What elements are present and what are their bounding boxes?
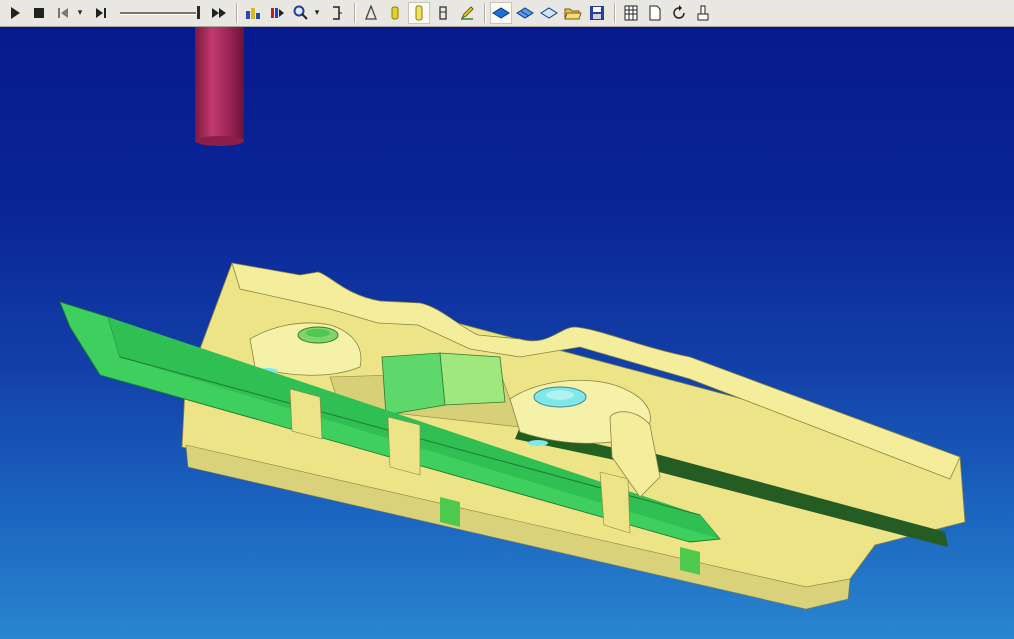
tool-shaded-button[interactable] <box>384 2 406 24</box>
transparent-stock-icon <box>540 7 558 19</box>
tool-holder-icon <box>439 6 447 20</box>
cutting-tool <box>195 27 244 146</box>
workpiece-part <box>59 262 966 610</box>
tool-holder-button[interactable] <box>432 2 454 24</box>
refresh-button[interactable] <box>668 2 690 24</box>
wire-stock-button[interactable] <box>514 2 536 24</box>
tool-cone-icon <box>365 5 377 20</box>
tool-cone-button[interactable] <box>360 2 382 24</box>
document-icon <box>649 5 661 21</box>
fit-view-icon <box>333 6 342 20</box>
toolbar-separator <box>484 3 486 23</box>
save-icon <box>590 6 604 20</box>
toolbar-separator <box>236 3 238 23</box>
save-button[interactable] <box>586 2 608 24</box>
tool-solid-icon <box>415 5 423 21</box>
step-back-icon <box>58 8 68 18</box>
toolbar-separator <box>614 3 616 23</box>
dropdown-arrow-icon: ▾ <box>314 8 320 18</box>
slider-track <box>120 12 196 15</box>
stop-button[interactable] <box>28 2 50 24</box>
simulation-viewport[interactable] <box>0 27 1014 639</box>
report-icon <box>697 5 709 21</box>
slider-thumb[interactable] <box>197 6 200 19</box>
zoom-dropdown[interactable]: ▾ <box>314 2 324 24</box>
step-forward-button[interactable] <box>90 2 112 24</box>
zoom-button[interactable] <box>290 2 312 24</box>
report-button[interactable] <box>692 2 714 24</box>
tool-shaded-icon <box>391 6 399 20</box>
fit-view-button[interactable] <box>326 2 348 24</box>
color-button[interactable] <box>266 2 288 24</box>
grid-icon <box>624 5 638 21</box>
toolpath-icon <box>246 8 260 19</box>
step-back-button[interactable] <box>52 2 74 24</box>
color-icon <box>271 8 284 18</box>
wire-stock-icon <box>516 7 534 19</box>
dropdown-arrow-icon: ▾ <box>77 8 83 18</box>
stop-icon <box>34 8 44 18</box>
transparent-stock-button[interactable] <box>538 2 560 24</box>
step-forward-icon <box>96 8 106 18</box>
refresh-icon <box>673 5 685 19</box>
open-folder-icon <box>564 8 582 20</box>
machining-scene <box>59 27 966 610</box>
pencil-button[interactable] <box>456 2 478 24</box>
open-button[interactable] <box>562 2 584 24</box>
step-dropdown[interactable]: ▾ <box>76 2 88 24</box>
tool-solid-button[interactable] <box>408 2 430 24</box>
simulation-toolbar: ▾ ▾ <box>0 0 1014 27</box>
grid-button[interactable] <box>620 2 642 24</box>
document-button[interactable] <box>644 2 666 24</box>
play-icon <box>11 7 20 19</box>
zoom-icon <box>293 5 308 20</box>
shaded-stock-button[interactable] <box>490 2 512 24</box>
fast-forward-icon <box>212 8 226 18</box>
pencil-icon <box>460 6 474 20</box>
simulation-speed-slider[interactable] <box>120 2 202 24</box>
play-button[interactable] <box>4 2 26 24</box>
fast-forward-button[interactable] <box>208 2 230 24</box>
shaded-stock-icon <box>492 7 510 19</box>
toolpath-button[interactable] <box>242 2 264 24</box>
toolbar-separator <box>354 3 356 23</box>
